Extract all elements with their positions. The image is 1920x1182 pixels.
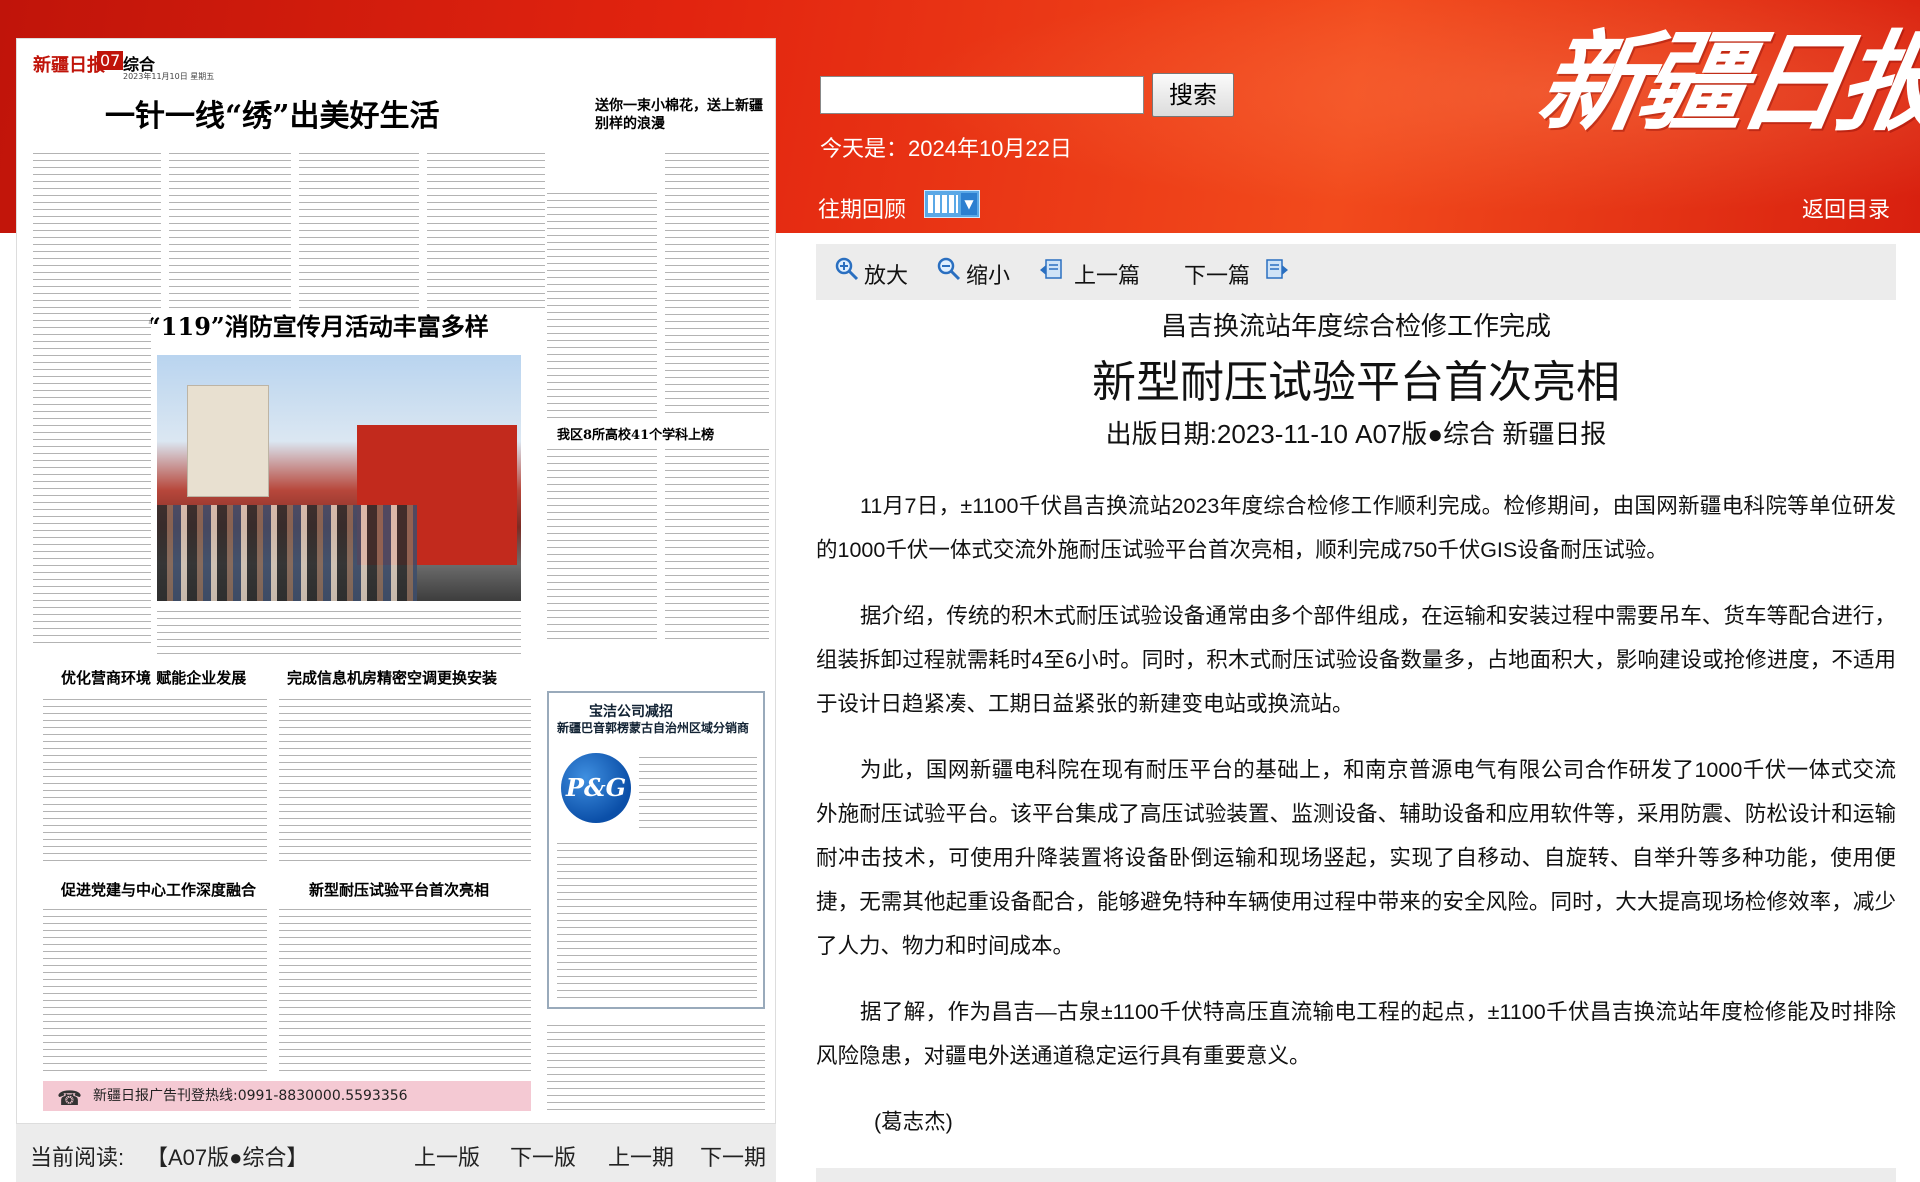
thumb-text-block: [33, 149, 161, 309]
article-footer-bar: [816, 1168, 1896, 1182]
ad-subtitle: 新疆巴音郭楞蒙古自治州区域分销商: [557, 721, 750, 735]
thumb-masthead: 新疆日报: [33, 55, 105, 76]
thumb-headline[interactable]: “119”消防宣传月活动丰富多样: [147, 307, 489, 342]
previous-article-button[interactable]: 上一篇: [1074, 258, 1140, 290]
thumb-photo-building: [187, 385, 269, 497]
thumb-headline[interactable]: 一针一线“绣”出美好生活: [105, 91, 440, 135]
article-title: 新型耐压试验平台首次亮相: [1092, 358, 1620, 407]
return-to-index-link[interactable]: 返回目录: [1802, 192, 1890, 224]
ad-text-block: [557, 839, 757, 999]
next-article-button[interactable]: 下一篇: [1184, 258, 1250, 290]
thumb-text-block: [547, 189, 657, 419]
thumb-ad-hotline: ☎ 新疆日报广告刊登热线:0991-8830000.5593356: [43, 1081, 531, 1111]
thumb-headline[interactable]: 新型耐压试验平台首次亮相: [309, 879, 489, 900]
thumb-headline[interactable]: 促进党建与中心工作深度融合: [61, 879, 256, 900]
thumb-text-block: [157, 607, 521, 657]
newspaper-page-image[interactable]: 新疆日报 07 综合 2023年11月10日 星期五 一针一线“绣”出美好生活 …: [16, 38, 776, 1124]
thumb-text-block: [665, 445, 769, 645]
archive-link[interactable]: 往期回顾: [818, 192, 906, 224]
search-input[interactable]: [820, 76, 1144, 114]
zoom-in-button[interactable]: 放大: [864, 258, 908, 290]
ad-title: 宝洁公司减招: [589, 704, 673, 720]
article-body: 11月7日，±1100千伏昌吉换流站2023年度综合检修工作顺利完成。检修期间，…: [816, 484, 1896, 1166]
phone-icon: ☎: [57, 1086, 82, 1110]
thumb-text-block: [299, 149, 419, 309]
thumb-text-block: [43, 905, 267, 1075]
current-reading-label: 当前阅读:: [30, 1145, 125, 1170]
next-article-icon: [1266, 259, 1288, 279]
zoom-out-button[interactable]: 缩小: [966, 258, 1010, 290]
thumb-fire-drill-photo: [157, 355, 521, 601]
article-paragraph: 据了解，作为昌吉—古泉±1100千伏特高压直流输电工程的起点，±1100千伏昌吉…: [816, 1000, 1896, 1068]
thumb-headline[interactable]: 我区8所高校41个学科上榜: [557, 424, 714, 443]
article-toolbar: 放大 缩小 上一篇 下一篇: [816, 244, 1896, 300]
zoom-out-icon: [937, 257, 961, 281]
article-paragraph: 为此，国网新疆电科院在现有耐压平台的基础上，和南京普源电气有限公司合作研发了10…: [816, 758, 1896, 958]
search-button[interactable]: 搜索: [1152, 73, 1234, 117]
thumb-text-block: [279, 695, 531, 865]
chevron-down-icon: ▼: [961, 193, 977, 215]
thumb-text-block: [33, 309, 151, 649]
thumb-headline[interactable]: 优化营商环境 赋能企业发展: [61, 667, 246, 688]
article-author: (葛志杰): [874, 1110, 953, 1134]
thumb-text-block: [547, 445, 657, 645]
prev-page-link[interactable]: 上一版: [414, 1140, 480, 1172]
ad-text-block: [639, 753, 757, 833]
thumb-text-block: [427, 149, 545, 309]
previous-article-icon: [1040, 259, 1062, 279]
thumb-text-block: [547, 1021, 765, 1111]
calendar-dropdown[interactable]: ▼: [924, 190, 980, 218]
pg-logo: P&G: [561, 753, 631, 823]
next-page-link[interactable]: 下一版: [510, 1140, 576, 1172]
thumb-text-block: [665, 149, 769, 419]
article-meta: 出版日期:2023-11-10 A07版●综合 新疆日报: [1105, 419, 1607, 449]
current-page-link[interactable]: 【A07版●综合】: [146, 1140, 308, 1172]
thumb-page-number: 07: [97, 51, 124, 70]
prev-issue-link[interactable]: 上一期: [608, 1140, 674, 1172]
today-date: 今天是：2024年10月22日: [820, 136, 1072, 161]
thumb-photo-crowd: [157, 505, 417, 601]
article-paragraph: 11月7日，±1100千伏昌吉换流站2023年度综合检修工作顺利完成。检修期间，…: [816, 494, 1896, 562]
newspaper-logo[interactable]: 新疆日报: [1529, 18, 1920, 148]
article-kicker: 昌吉换流站年度综合检修工作完成: [1160, 311, 1551, 341]
thumb-headline[interactable]: 完成信息机房精密空调更换安装: [287, 667, 497, 688]
thumb-text-block: [279, 905, 531, 1075]
thumb-headline[interactable]: 送你一束小棉花，送上新疆别样的浪漫: [595, 97, 775, 133]
thumb-text-block: [43, 695, 267, 865]
article-paragraph: 据介绍，传统的积木式耐压试验设备通常由多个部件组成，在运输和安装过程中需要吊车、…: [816, 604, 1896, 716]
thumb-advertisement[interactable]: 宝洁公司减招 新疆巴音郭楞蒙古自治州区域分销商 P&G: [547, 691, 765, 1009]
thumb-text-block: [169, 149, 291, 309]
calendar-icon: [928, 195, 958, 213]
next-issue-link[interactable]: 下一期: [700, 1140, 766, 1172]
thumb-date: 2023年11月10日 星期五: [123, 72, 215, 81]
page-navigation-bar: 当前阅读: 【A07版●综合】 上一版 下一版 上一期 下一期: [16, 1124, 776, 1182]
hotline-text: 新疆日报广告刊登热线:0991-8830000.5593356: [93, 1088, 408, 1104]
zoom-in-icon: [835, 257, 859, 281]
